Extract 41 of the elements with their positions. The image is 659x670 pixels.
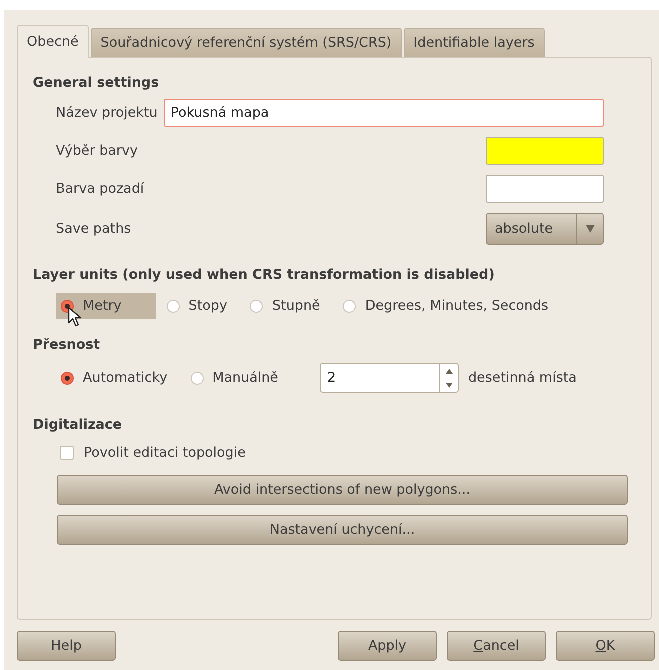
dropdown-arrow-icon: [586, 225, 594, 233]
checkbox[interactable]: [60, 446, 74, 460]
radio-option[interactable]: Stopy: [162, 293, 240, 319]
field-label: Save paths: [56, 221, 132, 237]
spin-buttons[interactable]: [439, 363, 460, 393]
action-button[interactable]: Avoid intersections of new polygons...: [57, 475, 628, 505]
radio-option[interactable]: Automaticky: [56, 365, 180, 391]
project-name-field[interactable]: Pokusná mapa: [164, 99, 604, 127]
field-label: Výběr barvy: [56, 143, 138, 159]
dialog-button[interactable]: Cancel: [447, 631, 546, 661]
decimal-places-field[interactable]: 2: [320, 363, 440, 393]
radio-option[interactable]: Manuálně: [186, 365, 290, 391]
dialog-button[interactable]: OK: [556, 631, 655, 661]
selection-color-swatch[interactable]: [486, 137, 604, 165]
radio-button[interactable]: [61, 300, 74, 312]
section-heading: Digitalizace: [33, 417, 124, 433]
radio-button[interactable]: [166, 300, 180, 312]
spinbox-suffix: desetinná místa: [468, 370, 577, 386]
field-label: Barva pozadí: [56, 181, 144, 197]
dialog-button[interactable]: Help: [17, 631, 116, 661]
background-color-swatch[interactable]: [486, 175, 604, 203]
section-heading: Přesnost: [33, 337, 102, 353]
mouse-pointer-icon: [68, 307, 82, 327]
section-heading: Layer units (only used when CRS transformation is disabled): [33, 267, 496, 283]
checkbox-label[interactable]: Povolit editaci topologie: [84, 445, 246, 461]
spin-down-icon[interactable]: [446, 382, 453, 388]
radio-option[interactable]: Degrees, Minutes, Seconds: [338, 293, 561, 319]
radio-option[interactable]: Stupně: [245, 293, 332, 319]
spin-up-icon[interactable]: [446, 368, 453, 374]
save-paths-dropdown[interactable]: absolute: [486, 213, 604, 245]
radio-button[interactable]: [343, 300, 356, 312]
tab[interactable]: Souřadnicový referenční systém (SRS/CRS): [90, 28, 402, 57]
action-button[interactable]: Nastavení uchycení...: [57, 515, 628, 545]
dialog-button[interactable]: Apply: [338, 631, 437, 661]
section-heading: General settings: [33, 75, 160, 91]
field-label: Název projektu: [56, 105, 158, 121]
tab[interactable]: Identifiable layers: [404, 28, 545, 57]
tab[interactable]: Obecné: [17, 25, 89, 58]
radio-button[interactable]: [61, 372, 74, 384]
radio-button[interactable]: [190, 372, 204, 384]
radio-button[interactable]: [250, 300, 264, 312]
